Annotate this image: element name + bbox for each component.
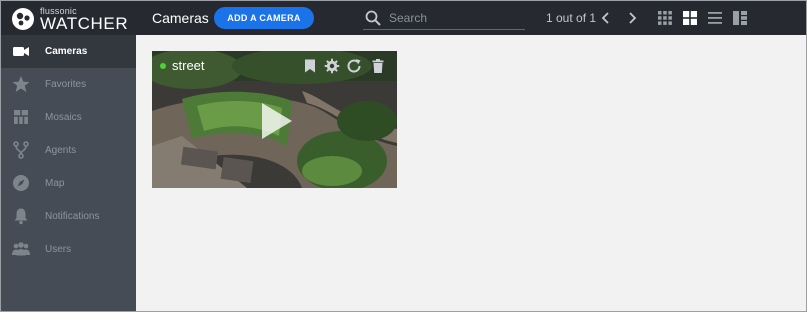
refresh-button[interactable] (346, 58, 362, 74)
brand-logo[interactable]: flussonic WATCHER (9, 4, 135, 34)
search-input[interactable] (389, 9, 521, 27)
add-camera-button[interactable]: ADD A CAMERA (214, 7, 314, 29)
prev-page-button[interactable] (598, 9, 614, 27)
sidebar-item-users[interactable]: Users (1, 233, 136, 266)
list-icon (708, 12, 722, 24)
detail-view-icon (733, 11, 747, 25)
camera-settings-button[interactable] (324, 58, 340, 74)
star-icon (12, 76, 30, 92)
camera-card[interactable]: street (152, 51, 397, 188)
bookmark-button[interactable] (302, 58, 318, 74)
gear-icon (324, 58, 340, 74)
video-camera-icon (13, 47, 29, 56)
users-icon (12, 242, 30, 256)
refresh-icon (347, 59, 361, 73)
play-button[interactable] (259, 103, 295, 139)
mosaic-grid-icon (14, 110, 28, 124)
play-icon (262, 103, 292, 139)
sidebar: Cameras Favorites Mosaics Agents Map Not… (1, 35, 136, 311)
sidebar-item-cameras[interactable]: Cameras (1, 35, 136, 68)
sidebar-item-map[interactable]: Map (1, 167, 136, 200)
view-detail-button[interactable] (732, 10, 748, 26)
compass-icon (13, 175, 29, 191)
chevron-left-icon (601, 12, 609, 24)
sidebar-item-mosaics[interactable]: Mosaics (1, 101, 136, 134)
bookmark-icon (305, 59, 315, 73)
view-list-button[interactable] (707, 10, 723, 26)
sidebar-item-label: Favorites (45, 79, 87, 90)
sidebar-item-label: Notifications (45, 211, 100, 222)
sidebar-item-agents[interactable]: Agents (1, 134, 136, 167)
top-bar: flussonic WATCHER Cameras ADD A CAMERA 1… (1, 1, 806, 35)
sidebar-item-label: Map (45, 178, 65, 189)
chevron-right-icon (629, 12, 637, 24)
flussonic-logo-icon (12, 8, 34, 30)
sidebar-item-label: Mosaics (45, 112, 82, 123)
camera-status-dot (160, 63, 166, 69)
page-title: Cameras (152, 10, 209, 26)
sidebar-item-label: Cameras (45, 46, 88, 57)
large-grid-icon (683, 11, 697, 25)
bell-icon (14, 208, 28, 225)
view-large-grid-button[interactable] (682, 10, 698, 26)
sidebar-item-label: Agents (45, 145, 77, 156)
agents-fork-icon (13, 141, 29, 159)
camera-name: street (172, 58, 205, 73)
sidebar-item-notifications[interactable]: Notifications (1, 200, 136, 233)
delete-camera-button[interactable] (370, 58, 386, 74)
brand-big-text: WATCHER (40, 14, 129, 33)
view-small-grid-button[interactable] (657, 10, 673, 26)
next-page-button[interactable] (624, 9, 640, 27)
sidebar-item-favorites[interactable]: Favorites (1, 68, 136, 101)
pagination-text: 1 out of 1 (546, 11, 597, 25)
trash-icon (372, 59, 384, 73)
small-grid-icon (658, 11, 672, 25)
search-icon (365, 10, 381, 26)
search-box (363, 8, 525, 30)
sidebar-item-label: Users (45, 244, 72, 255)
